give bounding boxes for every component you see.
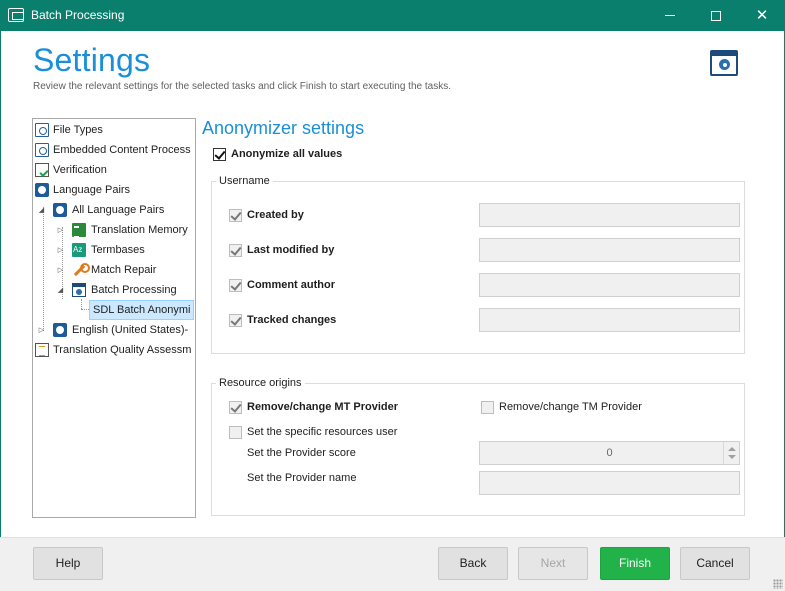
specific-resources-user-checkbox[interactable] [229, 426, 242, 439]
provider-score-stepper[interactable]: 0 [479, 441, 740, 465]
provider-score-value: 0 [606, 447, 613, 459]
page-title: Settings [33, 42, 151, 78]
anonymizer-settings-title: Anonymizer settings [202, 118, 365, 138]
specific-resources-user-label: Set the specific resources user [247, 426, 398, 438]
translation-memory-icon [72, 223, 86, 238]
comment-author-input[interactable] [479, 273, 740, 297]
window-title: Batch Processing [31, 8, 125, 22]
expand-icon[interactable]: ▷ [56, 220, 65, 240]
tree-item-label: SDL Batch Anonymi [89, 300, 195, 320]
tree-item-label: Verification [53, 164, 107, 176]
stepper-arrows[interactable] [723, 442, 739, 464]
created-by-input[interactable] [479, 203, 740, 227]
batch-processing-icon [72, 283, 86, 297]
batch-settings-icon [710, 50, 738, 76]
anonymize-all-label: Anonymize all values [231, 148, 343, 160]
maximize-button[interactable] [693, 0, 739, 31]
provider-name-label: Set the Provider name [247, 472, 357, 484]
window-border-left [0, 31, 1, 537]
tree-item-label: Translation Quality Assessm [53, 344, 192, 356]
close-button[interactable]: ✕ [739, 0, 785, 31]
settings-tree[interactable]: File Types Embedded Content Process Veri… [32, 118, 196, 518]
tree-item-label: Batch Processing [91, 284, 177, 296]
termbase-icon [72, 243, 86, 257]
collapse-icon[interactable]: ◢ [37, 200, 46, 220]
expand-icon[interactable]: ▷ [56, 240, 65, 260]
created-by-label: Created by [247, 209, 304, 221]
language-pairs-icon [53, 203, 67, 217]
page-description: Review the relevant settings for the sel… [33, 81, 451, 92]
file-types-icon [35, 123, 49, 137]
resize-grip-icon[interactable] [773, 579, 783, 589]
tree-connector [81, 299, 82, 309]
anonymize-all-checkbox[interactable] [213, 148, 226, 161]
back-button[interactable]: Back [438, 547, 508, 580]
minimize-button[interactable] [647, 0, 693, 31]
tree-connector [43, 207, 44, 331]
verification-icon [35, 163, 49, 177]
last-modified-by-input[interactable] [479, 238, 740, 262]
tracked-changes-checkbox[interactable] [229, 314, 242, 327]
remove-tm-provider-checkbox[interactable] [481, 401, 494, 414]
tree-item-label: All Language Pairs [72, 204, 165, 216]
tree-item-label: Termbases [91, 244, 145, 256]
tree-item-label: Translation Memory [91, 224, 188, 236]
tree-connector [81, 309, 89, 310]
expand-icon[interactable]: ▷ [37, 320, 46, 340]
tree-item-label: English (United States)- [72, 324, 189, 336]
next-button[interactable]: Next [518, 547, 588, 580]
minimize-icon [665, 15, 675, 16]
comment-author-checkbox[interactable] [229, 279, 242, 292]
remove-mt-provider-checkbox[interactable] [229, 401, 242, 414]
finish-button[interactable]: Finish [600, 547, 670, 580]
tree-item-label: Match Repair [91, 264, 157, 276]
expand-icon[interactable]: ▷ [56, 260, 65, 280]
remove-mt-provider-label: Remove/change MT Provider [247, 401, 398, 413]
chevron-up-icon[interactable] [728, 447, 736, 451]
tree-item-label: File Types [53, 124, 103, 136]
app-icon [8, 8, 24, 22]
gear-icon [719, 59, 730, 70]
provider-score-label: Set the Provider score [247, 447, 356, 459]
quality-assessment-icon [35, 343, 49, 357]
created-by-checkbox[interactable] [229, 209, 242, 222]
chevron-down-icon[interactable] [728, 455, 736, 459]
cancel-button[interactable]: Cancel [680, 547, 750, 580]
resource-origins-group-title: Resource origins [216, 377, 305, 389]
tracked-changes-input[interactable] [479, 308, 740, 332]
last-modified-by-checkbox[interactable] [229, 244, 242, 257]
maximize-icon [711, 10, 721, 21]
collapse-icon[interactable]: ◢ [56, 280, 65, 300]
comment-author-label: Comment author [247, 279, 335, 291]
tree-item-label: Embedded Content Process [53, 144, 191, 156]
tracked-changes-label: Tracked changes [247, 314, 337, 326]
embedded-content-icon [35, 143, 49, 157]
language-pairs-icon [53, 323, 67, 337]
tree-item-label: Language Pairs [53, 184, 131, 196]
remove-tm-provider-label: Remove/change TM Provider [499, 401, 642, 413]
language-pairs-icon [35, 183, 49, 197]
title-bar: Batch Processing ✕ [0, 0, 785, 31]
provider-name-input[interactable] [479, 471, 740, 495]
username-group-title: Username [216, 175, 273, 187]
help-button[interactable]: Help [33, 547, 103, 580]
last-modified-by-label: Last modified by [247, 244, 335, 256]
wrench-icon [72, 263, 90, 277]
close-icon: ✕ [755, 6, 769, 24]
